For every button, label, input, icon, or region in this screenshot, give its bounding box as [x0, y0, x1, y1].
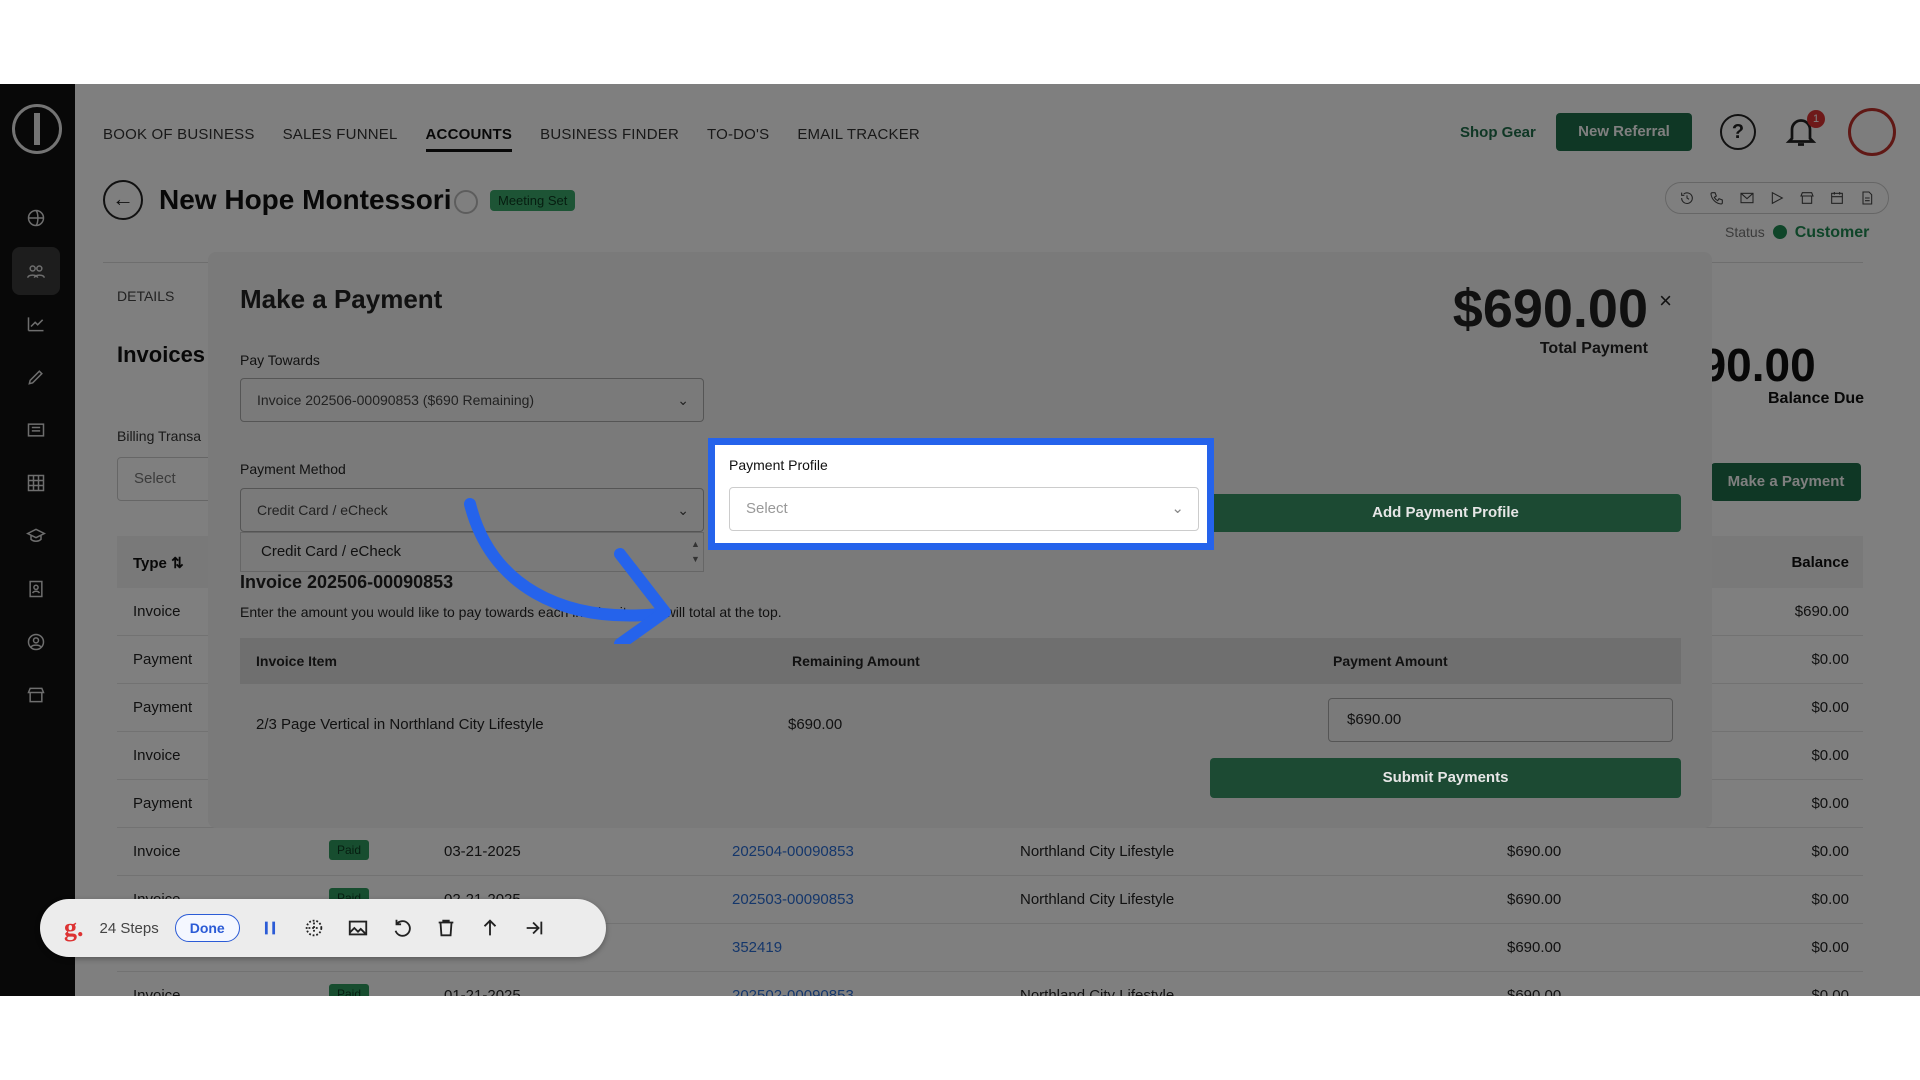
payment-method-value: Credit Card / eCheck — [257, 502, 388, 518]
modal-title: Make a Payment — [240, 284, 443, 314]
payment-profile-highlight: Payment Profile Select ⌄ — [708, 438, 1214, 550]
column-header-item: Invoice Item — [256, 653, 337, 669]
close-icon[interactable]: × — [1659, 288, 1672, 314]
add-payment-profile-button[interactable]: Add Payment Profile — [1210, 494, 1681, 532]
column-header-payment: Payment Amount — [1333, 653, 1448, 669]
total-payment-amount: $690.00 — [1452, 279, 1648, 339]
pay-towards-select[interactable]: Invoice 202506-00090853 ($690 Remaining)… — [240, 378, 704, 422]
recorder-logo: g. — [64, 913, 84, 942]
pause-icon[interactable] — [256, 914, 284, 942]
annotation-arrow-icon — [464, 498, 671, 644]
skip-to-end-icon[interactable] — [520, 914, 548, 942]
payment-profile-label: Payment Profile — [729, 457, 828, 473]
total-payment-label: Total Payment — [1539, 340, 1648, 357]
image-icon[interactable] — [344, 914, 372, 942]
invoice-item-row: 2/3 Page Vertical in Northland City Life… — [240, 698, 1681, 758]
chevron-down-icon: ⌄ — [677, 392, 689, 408]
payment-method-option[interactable]: Credit Card / eCheck — [261, 543, 401, 560]
recorder-toolbar: g. 24 Steps Done — [40, 899, 606, 957]
blur-icon[interactable] — [300, 914, 328, 942]
payment-profile-placeholder: Select — [746, 500, 788, 517]
undo-icon[interactable] — [388, 914, 416, 942]
dropdown-scrollbar[interactable]: ▲ ▼ — [691, 537, 701, 567]
column-header-remaining: Remaining Amount — [792, 653, 920, 669]
steps-count: 24 Steps — [99, 919, 159, 937]
chevron-down-icon: ⌄ — [1171, 500, 1184, 517]
payment-method-label: Payment Method — [240, 461, 346, 477]
invoice-item-name: 2/3 Page Vertical in Northland City Life… — [256, 716, 544, 733]
submit-payments-button[interactable]: Submit Payments — [1210, 758, 1681, 798]
invoice-heading: Invoice 202506-00090853 — [240, 572, 454, 592]
pay-towards-value: Invoice 202506-00090853 ($690 Remaining) — [257, 392, 535, 408]
invoice-items-header: Invoice Item Remaining Amount Payment Am… — [240, 638, 1681, 684]
payment-profile-select[interactable]: Select ⌄ — [729, 487, 1199, 531]
invoice-item-remaining: $690.00 — [788, 716, 843, 733]
app-stage: BOOK OF BUSINESS SALES FUNNEL ACCOUNTS B… — [0, 84, 1920, 996]
trash-icon[interactable] — [432, 914, 460, 942]
done-button[interactable]: Done — [174, 914, 240, 942]
upload-icon[interactable] — [476, 914, 504, 942]
payment-amount-input[interactable]: $690.00 — [1328, 698, 1673, 742]
pay-towards-label: Pay Towards — [240, 352, 320, 368]
